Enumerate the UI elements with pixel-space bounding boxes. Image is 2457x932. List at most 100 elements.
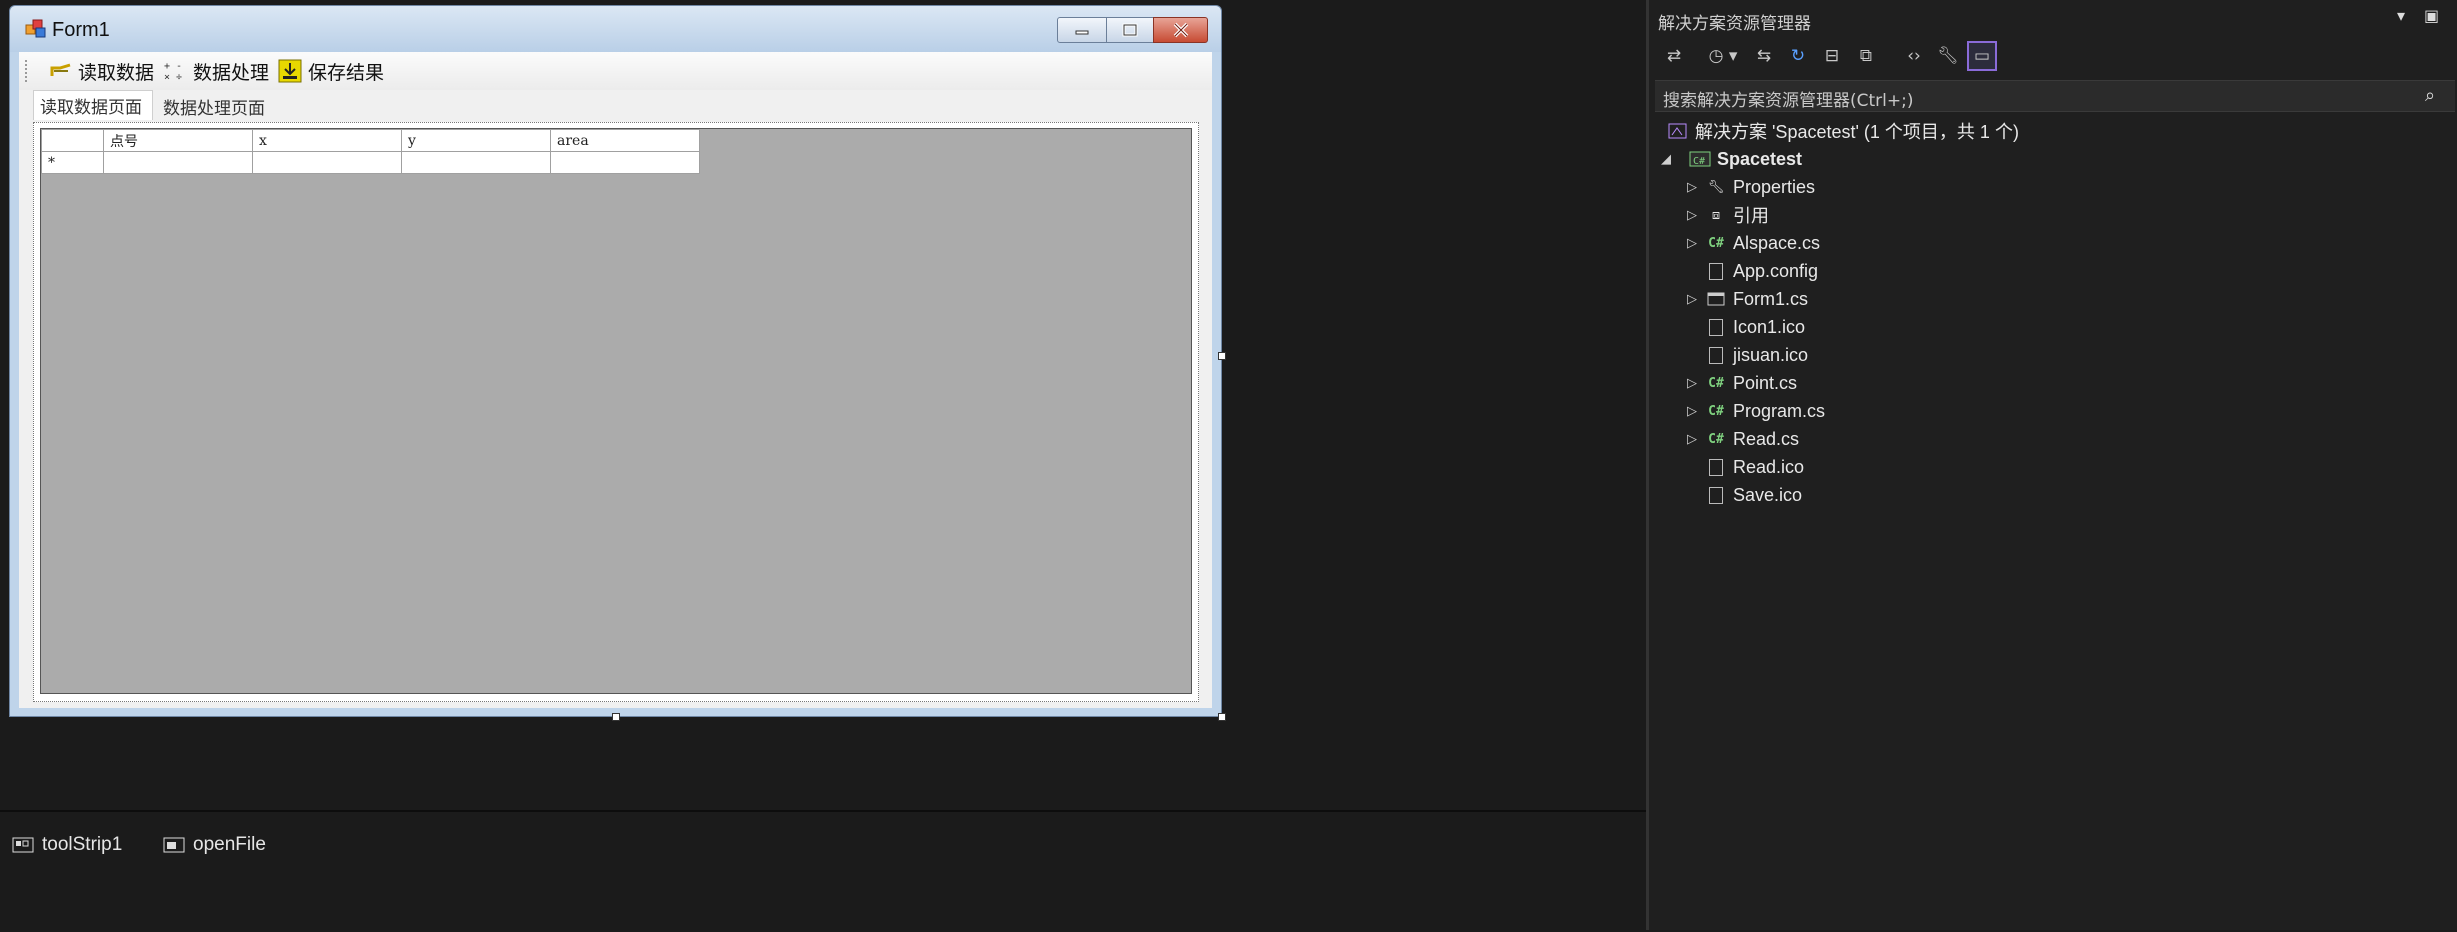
view-code-button[interactable]: ‹› — [1899, 41, 1929, 71]
form-title: Form1 — [52, 19, 110, 41]
tree-item-jisuan-ico[interactable]: jisuan.ico — [1705, 341, 1808, 369]
refresh-button[interactable]: ↻ — [1783, 41, 1813, 71]
grid-header-row: 点号 x y area — [41, 129, 700, 152]
panel-dropdown-icon[interactable]: ▾ — [2397, 6, 2405, 25]
expand-arrow-icon[interactable]: ▷ — [1687, 431, 1705, 447]
tree-item-label: App.config — [1733, 260, 1819, 281]
preview-icon: ▭ — [1973, 46, 1991, 66]
column-header-x[interactable]: x — [252, 129, 402, 152]
grid-corner-header[interactable] — [41, 129, 104, 152]
tree-item-label: Alspace.cs — [1733, 232, 1821, 253]
read-data-icon — [50, 63, 71, 76]
tree-item-alspace-cs[interactable]: ▷ C# Alspace.cs — [1687, 229, 1820, 257]
svg-text:× ÷: × ÷ — [164, 72, 182, 82]
tree-item-label: jisuan.ico — [1733, 344, 1809, 365]
data-grid-view[interactable]: 点号 x y area * — [40, 128, 1192, 694]
tree-item-references[interactable]: ▷ ⧈ 引用 — [1687, 201, 1769, 229]
column-header-y[interactable]: y — [401, 129, 551, 152]
tab-read-data[interactable]: 读取数据页面 — [33, 90, 153, 120]
expand-arrow-icon[interactable]: ▷ — [1687, 179, 1705, 195]
project-label: Spacetest — [1717, 148, 1803, 169]
tray-item-label: toolStrip1 — [42, 834, 123, 855]
tree-item-form1-cs[interactable]: ▷ Form1.cs — [1687, 285, 1808, 313]
resize-handle-right[interactable] — [1218, 352, 1226, 360]
grid-cell[interactable] — [401, 151, 551, 174]
new-row-marker[interactable]: * — [41, 151, 104, 174]
form-title-bar[interactable]: Form1 — [10, 6, 1221, 52]
expand-arrow-icon[interactable]: ▷ — [1687, 375, 1705, 391]
tree-item-label: Read.ico — [1733, 456, 1805, 477]
csharp-icon: C# — [1708, 375, 1724, 391]
solution-node[interactable]: 解决方案 'Spacetest' (1 个项目，共 1 个) — [1667, 117, 2019, 145]
read-data-label: 读取数据 — [78, 61, 155, 84]
expand-arrow-icon[interactable]: ▷ — [1687, 235, 1705, 251]
component-tray: toolStrip1 openFile — [0, 810, 1646, 932]
expand-arrow-icon[interactable]: ▷ — [1687, 207, 1705, 223]
pending-changes-button[interactable]: ◷ ▾ — [1701, 41, 1745, 71]
csharp-project-icon: C# — [1689, 148, 1711, 170]
form-app-icon — [25, 19, 46, 38]
tab-page-read-data: 点号 x y area * — [33, 122, 1199, 702]
search-icon[interactable]: ⌕ — [2425, 85, 2435, 106]
column-header-area[interactable]: area — [550, 129, 700, 152]
open-file-dialog-icon — [163, 837, 185, 853]
process-data-button[interactable]: + - × ÷ 数据处理 — [163, 56, 269, 86]
tree-item-program-cs[interactable]: ▷ C# Program.cs — [1687, 397, 1825, 425]
properties-button[interactable]: 🔧︎ — [1933, 41, 1963, 71]
refresh-icon: ↻ — [1790, 46, 1806, 66]
search-input[interactable]: 搜索解决方案资源管理器(Ctrl+;) — [1663, 86, 1913, 111]
expand-arrow-icon[interactable]: ▷ — [1687, 291, 1705, 307]
csharp-icon: C# — [1708, 403, 1724, 419]
show-all-files-button[interactable]: ⧉ — [1851, 41, 1881, 71]
panel-maximize-icon[interactable]: ▣ — [2424, 6, 2439, 25]
toolstrip[interactable]: 读取数据 + - × ÷ 数据处理 保存结果 — [19, 52, 1212, 90]
tree-item-properties[interactable]: ▷ 🔧︎ Properties — [1687, 173, 1815, 201]
switch-views-button[interactable]: ⇄ — [1659, 41, 1689, 71]
tray-item-openfile[interactable]: openFile — [163, 834, 266, 856]
toolstrip-grip[interactable] — [25, 60, 29, 82]
tab-process-data[interactable]: 数据处理页面 — [157, 92, 282, 120]
tree-item-label: Save.ico — [1733, 484, 1803, 505]
form-designer-surface[interactable]: Form1 读取数据 + - × ÷ 数据处理 保存结果 读取数据页面 数据处理… — [0, 0, 1646, 932]
preview-selected-button[interactable]: ▭ — [1967, 41, 1997, 71]
resize-handle-bottom[interactable] — [612, 713, 620, 721]
resize-handle-corner[interactable] — [1218, 713, 1226, 721]
minimize-button[interactable] — [1057, 17, 1107, 43]
references-icon: ⧈ — [1711, 207, 1721, 222]
tree-item-read-cs[interactable]: ▷ C# Read.cs — [1687, 425, 1799, 453]
svg-text:+ -: + - — [164, 61, 182, 72]
grid-cell[interactable] — [103, 151, 253, 174]
project-node[interactable]: ◢ C# Spacetest — [1661, 145, 1802, 173]
tree-item-save-ico[interactable]: Save.ico — [1705, 481, 1802, 509]
tree-item-point-cs[interactable]: ▷ C# Point.cs — [1687, 369, 1797, 397]
expand-arrow-icon[interactable]: ▷ — [1687, 403, 1705, 419]
collapse-arrow-icon[interactable]: ◢ — [1661, 151, 1679, 167]
process-data-label: 数据处理 — [193, 61, 270, 84]
read-data-button[interactable]: 读取数据 — [50, 56, 154, 86]
calculator-icon: + - × ÷ — [164, 61, 182, 82]
tree-item-read-ico[interactable]: Read.ico — [1705, 453, 1804, 481]
tree-item-label: Read.cs — [1733, 428, 1800, 449]
collapse-all-button[interactable]: ⊟ — [1817, 41, 1847, 71]
tree-item-app-config[interactable]: App.config — [1705, 257, 1818, 285]
grid-cell[interactable] — [550, 151, 700, 174]
grid-cell[interactable] — [252, 151, 402, 174]
sync-button[interactable]: ⇆ — [1749, 41, 1779, 71]
table-row[interactable]: * — [41, 151, 700, 174]
tree-item-label: Properties — [1733, 176, 1816, 197]
maximize-button[interactable] — [1106, 17, 1154, 43]
form-window[interactable]: Form1 读取数据 + - × ÷ 数据处理 保存结果 读取数据页面 数据处理… — [9, 5, 1222, 717]
explorer-search-box[interactable]: 搜索解决方案资源管理器(Ctrl+;) ⌕ — [1655, 80, 2455, 112]
wrench-icon: 🔧︎ — [1707, 179, 1725, 194]
close-button[interactable] — [1153, 17, 1208, 43]
csharp-icon: C# — [1708, 235, 1724, 251]
form-icon — [1705, 288, 1727, 310]
save-result-button[interactable]: 保存结果 — [278, 56, 384, 86]
tray-item-toolstrip[interactable]: toolStrip1 — [12, 834, 122, 856]
solution-label: 解决方案 'Spacetest' (1 个项目，共 1 个) — [1695, 122, 2019, 142]
show-all-files-icon: ⧉ — [1859, 46, 1873, 66]
tray-item-label: openFile — [193, 834, 266, 855]
column-header-point[interactable]: 点号 — [103, 129, 253, 152]
toolstrip-component-icon — [12, 837, 34, 853]
tree-item-icon1-ico[interactable]: Icon1.ico — [1705, 313, 1805, 341]
